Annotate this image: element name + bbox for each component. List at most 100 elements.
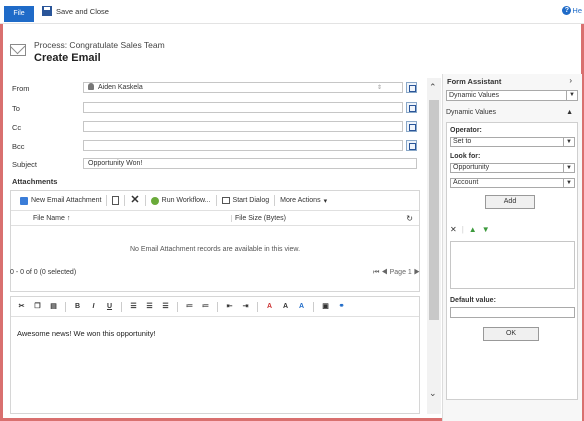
add-button[interactable]: Add [485, 195, 535, 209]
cc-lookup-button[interactable] [406, 121, 417, 132]
run-workflow-label: Run Workflow... [161, 197, 211, 204]
more-actions-button[interactable]: More Actions ▾ [275, 195, 332, 206]
pager: ⏮ ◀ Page 1 ▶ [373, 269, 420, 277]
to-lookup-button[interactable] [406, 102, 417, 113]
cc-field[interactable] [83, 121, 403, 132]
operator-label: Operator: [450, 127, 482, 134]
subject-label: Subject [12, 160, 38, 169]
from-row: From Aiden Kaskela ⇕ [10, 82, 420, 94]
process-label: Process: Congratulate Sales Team [34, 40, 165, 50]
chevron-down-icon: ▼ [563, 179, 574, 187]
mode-select[interactable]: Dynamic Values ▼ [446, 90, 578, 101]
save-icon [42, 6, 52, 16]
font-color-icon[interactable]: A [297, 302, 306, 311]
help-icon: ? [562, 6, 572, 15]
edit-columns-button[interactable] [107, 195, 126, 206]
next-page-icon[interactable]: ▶ [414, 269, 420, 276]
insert-link-icon[interactable]: ⚭ [337, 302, 346, 311]
refresh-icon[interactable]: ↻ [406, 214, 413, 223]
cc-label: Cc [12, 123, 22, 132]
bullet-list-icon[interactable]: ≔ [201, 302, 210, 311]
default-value-input[interactable] [450, 307, 575, 318]
bcc-lookup-button[interactable] [406, 140, 417, 151]
help-button[interactable]: ? He [562, 6, 582, 15]
more-actions-label: More Actions [280, 197, 321, 204]
subject-field[interactable]: Opportunity Won! [83, 158, 417, 169]
bold-icon[interactable]: B [73, 302, 82, 311]
toolbar-divider [177, 301, 178, 312]
toolbar-divider [313, 301, 314, 312]
page-title: Create Email [34, 52, 101, 64]
email-icon [10, 44, 26, 56]
run-workflow-button[interactable]: Run Workflow... [146, 195, 217, 206]
form-assistant-panel: Form Assistant › Dynamic Values ▼ Dynami… [442, 74, 582, 421]
move-down-icon[interactable]: ▼ [482, 225, 490, 234]
cut-icon[interactable]: ✂ [17, 302, 26, 311]
copy-icon[interactable]: ❐ [33, 302, 42, 311]
numbered-list-icon[interactable]: ≔ [185, 302, 194, 311]
scroll-up-icon[interactable]: ⌃ [429, 82, 437, 93]
to-row: To [10, 102, 420, 114]
highlight-icon[interactable]: A [265, 302, 274, 311]
column-file-name[interactable]: File Name ↑ [33, 215, 70, 222]
lookfor-field-select[interactable]: Account ▼ [450, 178, 575, 188]
ok-button[interactable]: OK [483, 327, 539, 341]
new-attachment-button[interactable]: New Email Attachment [15, 195, 108, 206]
attachments-title: Attachments [12, 177, 58, 186]
from-value: Aiden Kaskela [98, 84, 143, 91]
chevron-right-icon[interactable]: › [569, 76, 572, 85]
delete-button[interactable]: ✕ [125, 194, 146, 206]
new-attachment-icon [20, 196, 28, 205]
lookfor-entity-value: Opportunity [453, 164, 490, 171]
align-right-icon[interactable]: ☰ [161, 302, 170, 311]
increase-indent-icon[interactable]: ⇥ [241, 302, 250, 311]
dynamic-values-section[interactable]: Dynamic Values ▲ [443, 107, 583, 119]
cc-row: Cc [10, 121, 420, 133]
start-dialog-label: Start Dialog [232, 197, 270, 204]
start-dialog-button[interactable]: Start Dialog [217, 195, 276, 206]
align-center-icon[interactable]: ☰ [145, 302, 154, 311]
delete-icon: ✕ [130, 194, 140, 206]
dialog-icon [221, 197, 230, 204]
from-lookup-button[interactable] [406, 82, 417, 93]
file-tab[interactable]: File [4, 6, 34, 22]
scroll-down-icon[interactable]: ⌄ [429, 388, 437, 399]
move-up-icon[interactable]: ▲ [469, 225, 477, 234]
grid-footer: 0 - 0 of 0 (0 selected) ⏮ ◀ Page 1 ▶ [10, 266, 420, 280]
bcc-field[interactable] [83, 140, 403, 151]
lookup-spinner-icon: ⇕ [376, 85, 382, 91]
previous-page-icon[interactable]: ◀ [381, 269, 387, 276]
operator-select[interactable]: Set to ▼ [450, 137, 575, 147]
to-field[interactable] [83, 102, 403, 113]
vertical-scrollbar[interactable]: ⌃ ⌄ [427, 78, 441, 414]
remove-icon[interactable]: ✕ [450, 225, 457, 234]
font-size-icon[interactable]: A [281, 302, 290, 311]
align-left-icon[interactable]: ☰ [129, 302, 138, 311]
dynamic-values-list[interactable] [450, 241, 575, 289]
paste-icon[interactable]: ▤ [49, 302, 58, 311]
first-page-icon[interactable]: ⏮ [373, 269, 379, 276]
toolbar-divider [217, 301, 218, 312]
decrease-indent-icon[interactable]: ⇤ [225, 302, 234, 311]
underline-icon[interactable]: U [105, 302, 114, 311]
editor-toolbar: ✂ ❐ ▤ B I U ☰ ☰ ☰ ≔ ≔ ⇤ ⇥ A A A ▣ ⚭ [11, 297, 419, 317]
collapse-icon: ▲ [566, 109, 573, 116]
lookfor-field-value: Account [453, 179, 479, 186]
email-body-editor: ✂ ❐ ▤ B I U ☰ ☰ ☰ ≔ ≔ ⇤ ⇥ A A A ▣ ⚭ Awes… [10, 296, 420, 414]
toolbar-divider [121, 301, 122, 312]
insert-image-icon[interactable]: ▣ [321, 302, 330, 311]
from-field[interactable]: Aiden Kaskela ⇕ [83, 82, 403, 93]
email-body-text[interactable]: Awesome news! We won this opportunity! [17, 329, 156, 338]
save-and-close-label: Save and Close [56, 6, 109, 16]
lookfor-entity-select[interactable]: Opportunity ▼ [450, 163, 575, 173]
operator-value: Set to [453, 138, 472, 145]
scroll-thumb[interactable] [429, 100, 439, 320]
top-bar: File Save and Close ? He [0, 0, 584, 24]
to-label: To [12, 104, 20, 113]
column-file-size[interactable]: File Size (Bytes) [231, 215, 286, 222]
save-and-close-button[interactable]: Save and Close [42, 6, 109, 16]
italic-icon[interactable]: I [89, 302, 98, 311]
subject-row: Subject Opportunity Won! [10, 158, 420, 170]
bcc-label: Bcc [12, 142, 25, 151]
toolbar-divider [65, 301, 66, 312]
